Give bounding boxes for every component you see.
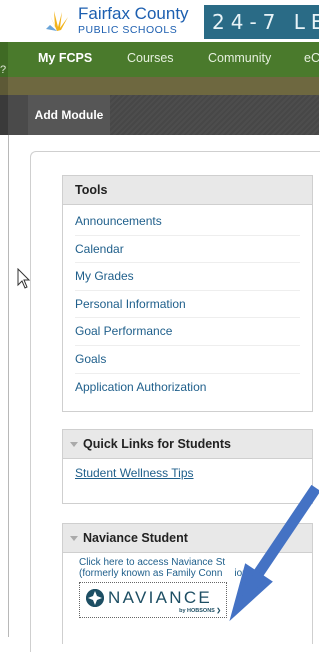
- link-calendar[interactable]: Calendar: [75, 236, 300, 264]
- tools-link-list: Announcements Calendar My Grades Persona…: [63, 205, 312, 400]
- collapse-triangle-icon[interactable]: [70, 536, 78, 541]
- toolbar-left-edge: [0, 95, 8, 135]
- tab-courses[interactable]: Courses: [127, 51, 174, 65]
- link-student-wellness-tips[interactable]: Student Wellness Tips: [75, 466, 194, 480]
- learning-banner: 24-7 LE: [204, 5, 319, 39]
- left-sidebar-edge: [0, 135, 9, 637]
- tools-title: Tools: [75, 183, 108, 197]
- logo-name: Fairfax County: [78, 4, 189, 23]
- quick-links-header[interactable]: Quick Links for Students: [63, 430, 312, 459]
- naviance-description: Click here to access Naviance St (former…: [79, 557, 309, 579]
- decorative-band-edge: [0, 77, 8, 95]
- hobsons-arrow-icon: ❯: [216, 608, 221, 614]
- tab-my-fcps[interactable]: My FCPS: [38, 51, 92, 65]
- star-burst-icon: [46, 11, 68, 31]
- naviance-logo-link[interactable]: NAVIANCE by HOBSONS ❯: [79, 582, 227, 618]
- naviance-compass-icon: [86, 589, 104, 607]
- fcps-logo[interactable]: Fairfax County PUBLIC SCHOOLS: [36, 5, 204, 37]
- tab-ec-truncated[interactable]: eC: [304, 51, 320, 65]
- tools-module: Tools Announcements Calendar My Grades P…: [62, 175, 313, 412]
- naviance-desc-line2: (formerly known as Family Conn ion): [79, 568, 252, 579]
- decorative-band: [0, 77, 319, 95]
- tab-community[interactable]: Community: [208, 51, 271, 65]
- tools-module-header[interactable]: Tools: [63, 176, 312, 205]
- naviance-wordmark: NAVIANCE: [108, 588, 213, 607]
- naviance-module: Naviance Student Click here to access Na…: [62, 523, 313, 644]
- help-question-mark[interactable]: ?: [0, 64, 6, 76]
- naviance-desc-line1: Click here to access Naviance St: [79, 557, 226, 568]
- link-personal-information[interactable]: Personal Information: [75, 291, 300, 319]
- quick-links-module: Quick Links for Students Student Wellnes…: [62, 429, 313, 504]
- naviance-title: Naviance Student: [83, 531, 188, 545]
- link-application-authorization[interactable]: Application Authorization: [75, 374, 300, 401]
- site-header: Fairfax County PUBLIC SCHOOLS 24-7 LE: [0, 0, 319, 42]
- mouse-cursor-icon: [17, 268, 31, 289]
- link-goals[interactable]: Goals: [75, 346, 300, 374]
- link-announcements[interactable]: Announcements: [75, 208, 300, 236]
- link-my-grades[interactable]: My Grades: [75, 263, 300, 291]
- add-module-button[interactable]: Add Module: [28, 95, 111, 135]
- main-nav: ? My FCPS Courses Community eC: [0, 42, 320, 77]
- collapse-triangle-icon[interactable]: [70, 442, 78, 447]
- hobsons-byline: by HOBSONS ❯: [179, 608, 221, 614]
- toolbar-pattern: [110, 95, 319, 135]
- quick-links-title: Quick Links for Students: [83, 437, 231, 451]
- logo-subtitle: PUBLIC SCHOOLS: [78, 24, 178, 36]
- naviance-header[interactable]: Naviance Student: [63, 524, 312, 553]
- link-goal-performance[interactable]: Goal Performance: [75, 318, 300, 346]
